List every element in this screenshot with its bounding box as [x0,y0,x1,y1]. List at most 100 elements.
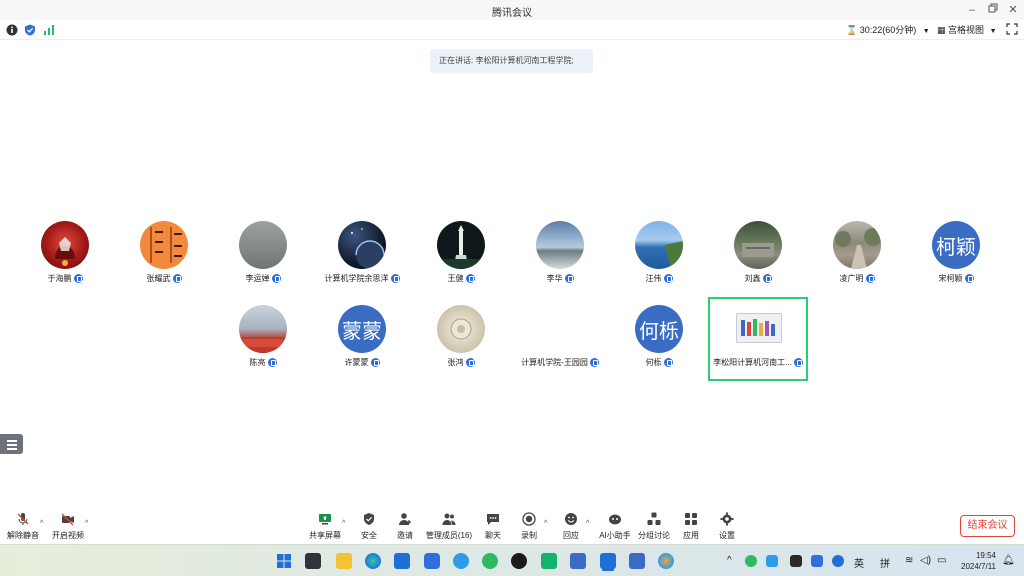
share-options-caret[interactable]: ^ [342,520,345,527]
avatar [338,221,386,269]
participant-name: 李华 [510,273,610,284]
member-list-toggle[interactable] [0,434,23,454]
participant-tile[interactable]: 于海鹏 [15,221,115,305]
store-icon[interactable] [394,553,410,569]
mic-icon [73,274,83,284]
chat-app-icon[interactable] [541,553,557,569]
participant-tile[interactable]: 刘鑫 [708,221,808,305]
avatar [437,221,485,269]
edge-browser-icon[interactable] [365,553,381,569]
participant-tile[interactable]: 蒙蒙 许蒙蒙 [312,305,412,389]
avatar [635,221,683,269]
participant-name: 宋柯颖 [906,273,1006,284]
mic-icon [793,358,803,368]
participant-tile[interactable]: 计算机学院-王园园 [510,305,610,389]
mic-icon [964,274,974,284]
fullscreen-icon[interactable] [1006,23,1018,35]
taskbar: ^ 英 拼 ≋ ◁) ▭ 19:54 2024/7/11 🔔︎ [0,544,1024,576]
mic-icon [564,274,574,284]
qq-icon[interactable] [511,553,527,569]
unmute-options-caret[interactable]: ^ [40,520,43,527]
participant-tile[interactable]: 陈亮 [213,305,313,389]
chat-icon [487,514,499,525]
participant-name: 张耀武 [114,273,214,284]
mic-icon [271,274,281,284]
tray-app-icon[interactable] [766,555,778,567]
gear-icon [720,512,734,526]
avatar: 蒙蒙 [338,305,386,353]
camera-off-icon [61,513,74,526]
battery-icon[interactable]: ▭ [937,555,946,566]
tencent-meeting-icon[interactable] [600,553,616,569]
participant-tile[interactable]: 张耀武 [114,221,214,305]
react-options-caret[interactable]: ^ [586,520,589,527]
record-options-caret[interactable]: ^ [544,520,547,527]
tray-shield-icon[interactable] [811,555,823,567]
browser-icon[interactable] [453,553,469,569]
mic-icon [865,274,875,284]
wifi-icon[interactable]: ≋ [905,555,913,566]
minimize-icon[interactable]: – [962,2,982,18]
participant-tile[interactable]: 凌广明 [807,221,907,305]
participant-tile-active[interactable]: 李松阳计算机河南工... [708,297,808,381]
meeting-timer[interactable]: ⌛ 30:22(60分钟) ▼ [846,23,930,36]
chevron-down-icon: ▼ [922,28,930,35]
participant-name: 凌广明 [807,273,907,284]
window-title: 腾讯会议 [492,8,532,19]
ime-mode[interactable]: 拼 [880,555,890,570]
participant-name: 王健 [411,273,511,284]
participant-name: 李运婵 [213,273,313,284]
breakout-icon [647,512,661,525]
task-view-icon[interactable] [305,553,321,569]
participant-tile[interactable]: 李华 [510,221,610,305]
avatar: 何栎 [635,305,683,353]
restore-icon[interactable] [983,2,1003,18]
ime-language[interactable]: 英 [854,555,864,570]
tray-chevron-icon[interactable]: ^ [727,555,732,566]
participant-tile[interactable]: 汪伟 [609,221,709,305]
end-meeting-button[interactable]: 结束会议 [960,515,1015,537]
bluetooth-icon[interactable] [832,555,844,567]
participant-tile[interactable]: 何栎 何栎 [609,305,709,389]
video-options-caret[interactable]: ^ [85,520,88,527]
system-clock[interactable]: 19:54 2024/7/11 [956,550,996,572]
mic-icon [390,274,400,284]
avatar [239,221,287,269]
participant-name: 陈亮 [213,357,313,368]
task-app-icon[interactable] [570,553,586,569]
view-switch-button[interactable]: ▦ 宫格视图 ▼ [937,23,997,36]
tray-app-icon[interactable] [745,555,757,567]
apps-icon [685,513,697,525]
notification-bell-icon[interactable]: 🔔︎ [1002,555,1015,566]
hourglass-icon: ⌛ [846,25,858,35]
participant-name: 张鸿 [411,357,511,368]
avatar [536,221,584,269]
notes-icon[interactable] [629,553,645,569]
mic-icon [370,358,380,368]
nvidia-icon[interactable] [790,555,802,567]
app-icon[interactable] [424,553,440,569]
record-icon [522,512,536,526]
participant-tile[interactable]: 王健 [411,221,511,305]
participant-tile[interactable]: 计算机学院余思洋 [312,221,412,305]
shield-icon[interactable] [24,24,36,36]
volume-icon[interactable]: ◁) [920,555,931,566]
start-video-button[interactable]: 开启视频 [48,512,88,542]
windows-start-icon[interactable] [276,553,292,569]
avatar [833,221,881,269]
mic-icon [589,358,599,368]
participant-tile[interactable]: 李运婵 [213,221,313,305]
avatar [140,221,188,269]
mic-muted-icon [17,513,29,525]
globe-icon[interactable] [658,553,674,569]
wechat-icon[interactable] [482,553,498,569]
info-icon[interactable] [6,24,18,36]
file-explorer-icon[interactable] [336,553,352,569]
close-icon[interactable]: ✕ [1003,2,1023,18]
shield-icon [364,513,374,525]
unmute-button[interactable]: 解除静音 [3,512,43,542]
signal-icon[interactable] [43,24,55,36]
participant-tile[interactable]: 柯颖 宋柯颖 [906,221,1006,305]
participant-tile[interactable]: 张鸿 [411,305,511,389]
settings-button[interactable]: 设置 [707,512,747,542]
